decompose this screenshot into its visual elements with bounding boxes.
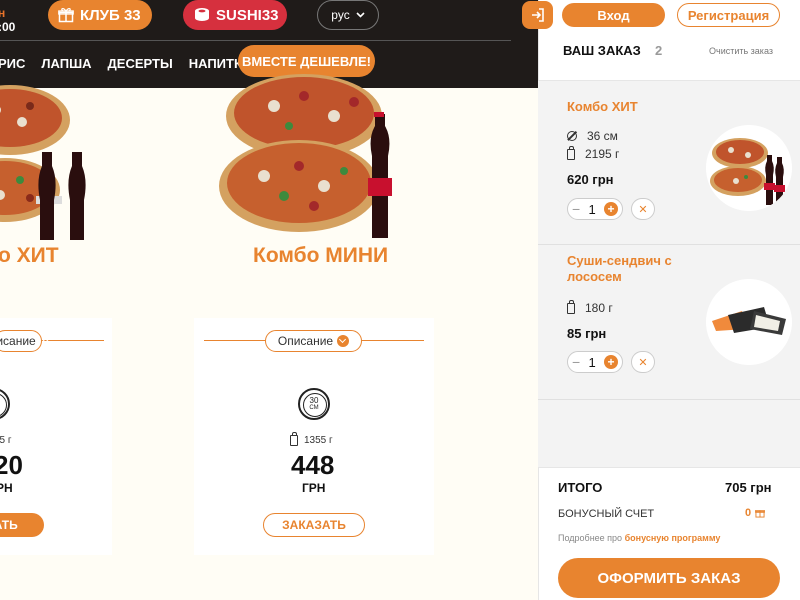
item-image xyxy=(706,279,792,365)
quantity-value: 1 xyxy=(588,201,596,217)
language-select[interactable]: рус xyxy=(317,0,379,30)
item-weight: 180 г xyxy=(567,299,613,315)
size-icon: 30 СМ xyxy=(298,388,330,420)
bonus-value: 0 xyxy=(745,507,766,519)
club-button[interactable]: КЛУБ 33 xyxy=(48,0,152,30)
item-name[interactable]: Комбо ХИТ xyxy=(567,99,638,115)
quantity-value: 1 xyxy=(588,354,596,370)
order-items: Комбо ХИТ 36 см 2195 г 620 грн − 1 + ✕ С… xyxy=(538,80,800,468)
decrease-button[interactable]: − xyxy=(572,201,580,217)
remove-item-button[interactable]: ✕ xyxy=(631,351,655,373)
total-label: ИТОГО xyxy=(558,480,603,495)
sushi-roll-icon xyxy=(195,8,209,21)
page: н :00 КЛУБ 33 SUSHI33 рус РИС ЛАПША ДЕСЕ… xyxy=(0,0,800,600)
item-weight: 2195 г xyxy=(567,145,620,161)
header-divider xyxy=(0,40,511,41)
product-card-combo-mini: Описание 30 СМ 1355 г 448 ГРН ЗАКАЗАТЬ xyxy=(194,318,434,555)
weight-icon xyxy=(290,432,298,446)
quantity-stepper: − 1 + xyxy=(567,351,623,373)
description-toggle[interactable]: Описание xyxy=(265,330,362,352)
nav-item-desserts[interactable]: ДЕСЕРТЫ xyxy=(108,56,173,71)
diameter-value: 36 см xyxy=(587,129,618,143)
bonus-info-text: Подробнее про xyxy=(558,533,623,543)
clear-order-link[interactable]: Очистить заказ xyxy=(709,46,773,56)
nav-item-noodles[interactable]: ЛАПША xyxy=(41,56,91,71)
size-icon xyxy=(0,388,10,420)
item-diameter: 36 см xyxy=(567,129,618,143)
brand-label: SUSHI33 xyxy=(216,6,279,24)
chevron-down-icon xyxy=(356,12,365,18)
size-value: 30 xyxy=(309,396,319,405)
weight-value: 2195 г xyxy=(585,147,620,161)
decrease-button[interactable]: − xyxy=(572,354,580,370)
nav-item-rice[interactable]: РИС xyxy=(0,56,25,71)
login-icon-button[interactable] xyxy=(522,1,553,29)
brand-sushi33[interactable]: SUSHI33 xyxy=(183,0,287,30)
description-toggle[interactable]: исание xyxy=(0,330,42,352)
bonus-amount: 0 xyxy=(745,507,752,519)
club-label: КЛУБ 33 xyxy=(80,6,141,24)
weight-value: 180 г xyxy=(585,301,613,315)
weight-value: 1355 г xyxy=(304,435,333,446)
remove-item-button[interactable]: ✕ xyxy=(631,198,655,220)
product-price: 448 xyxy=(291,450,335,480)
total-value: 705 грн xyxy=(725,480,772,495)
product-image-combo-mini[interactable] xyxy=(214,66,414,246)
product-weight: 95 г xyxy=(0,435,12,446)
login-icon xyxy=(531,8,544,22)
register-button[interactable]: Регистрация xyxy=(677,3,780,27)
bonus-label: БОНУСНЫЙ СЧЕТ xyxy=(558,508,655,520)
price-currency: ГРН xyxy=(302,481,326,495)
chevron-down-icon xyxy=(337,335,350,347)
bonus-info: Подробнее про бонусную программу xyxy=(558,533,720,543)
product-image-combo-hit[interactable] xyxy=(0,80,110,240)
product-weight: 1355 г xyxy=(290,432,333,446)
description-label: исание xyxy=(0,334,36,348)
gift-icon xyxy=(755,510,766,518)
work-hours: :00 xyxy=(0,20,16,34)
weight-icon xyxy=(567,145,575,160)
card-divider xyxy=(40,340,104,341)
diameter-icon xyxy=(567,131,577,141)
checkout-button[interactable]: ОФОРМИТЬ ЗАКАЗ xyxy=(558,558,780,598)
order-button[interactable]: ЗАКАЗАТЬ xyxy=(263,513,365,537)
order-count: 2 xyxy=(655,43,663,58)
quantity-stepper: − 1 + xyxy=(567,198,623,220)
product-name[interactable]: Комбо МИНИ xyxy=(253,244,388,268)
city-label[interactable]: н xyxy=(0,6,5,20)
item-price: 620 грн xyxy=(567,172,614,187)
increase-button[interactable]: + xyxy=(603,202,618,216)
increase-button[interactable]: + xyxy=(603,355,618,369)
size-unit: СМ xyxy=(309,405,319,411)
product-price: 20 xyxy=(0,450,23,480)
item-name[interactable]: Суши-сендвич с лососем xyxy=(567,253,707,286)
login-button[interactable]: Вход xyxy=(562,3,665,27)
item-price: 85 грн xyxy=(567,326,607,341)
bonus-program-link[interactable]: бонусную программу xyxy=(625,533,721,543)
product-card-combo-hit: исание 95 г 20 РН ЗАТЬ xyxy=(0,318,112,555)
order-item: Суши-сендвич с лососем 180 г 85 грн − 1 … xyxy=(538,245,800,400)
order-item: Комбо ХИТ 36 см 2195 г 620 грн − 1 + ✕ xyxy=(538,81,800,245)
item-image xyxy=(706,125,792,211)
language-value: рус xyxy=(331,8,350,22)
weight-value: 95 г xyxy=(0,435,12,446)
gift-icon xyxy=(58,8,74,23)
product-name[interactable]: о ХИТ xyxy=(0,244,59,268)
weight-icon xyxy=(567,299,575,314)
price-currency: РН xyxy=(0,481,13,495)
order-title: ВАШ ЗАКАЗ xyxy=(563,43,641,58)
description-label: Описание xyxy=(277,334,334,348)
order-button[interactable]: ЗАТЬ xyxy=(0,513,44,537)
